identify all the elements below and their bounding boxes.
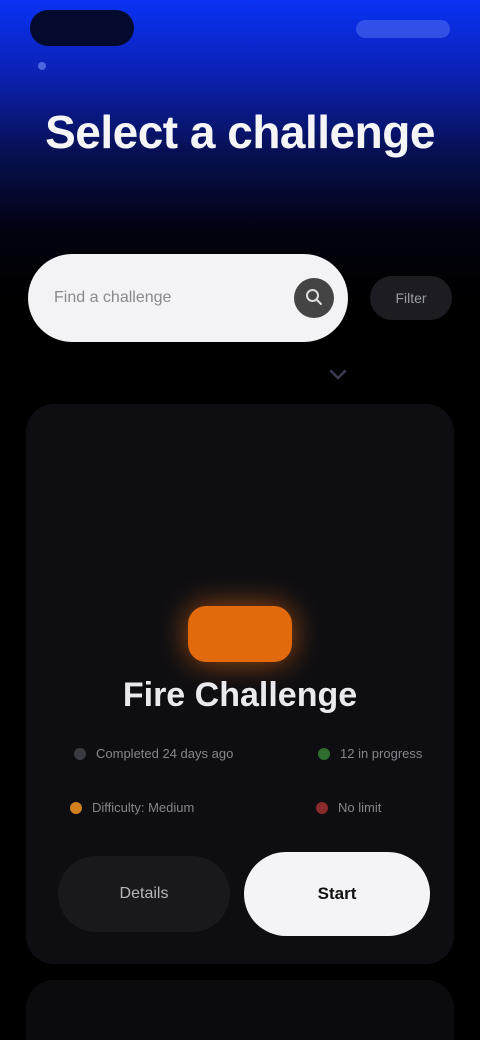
challenge-title: Fire Challenge bbox=[122, 676, 358, 714]
meta-dot bbox=[316, 801, 328, 814]
meta-item: Completed 24 days ago bbox=[74, 746, 233, 761]
app-screen: Select a challenge Filter Fire Challenge bbox=[0, 0, 480, 1040]
page-title: Select a challenge bbox=[45, 106, 435, 158]
search-row: Filter bbox=[28, 254, 452, 342]
meta-dot bbox=[318, 747, 330, 760]
search-icon bbox=[305, 288, 323, 309]
next-card[interactable] bbox=[26, 980, 454, 1040]
fire-icon bbox=[188, 606, 292, 662]
filter-button[interactable]: Filter bbox=[370, 276, 452, 320]
challenge-card[interactable]: Fire Challenge Completed 24 days ago 12 … bbox=[26, 404, 454, 964]
meta-item: No limit bbox=[316, 800, 381, 815]
start-button[interactable]: Start bbox=[244, 852, 430, 936]
meta-label: 12 in progress bbox=[340, 746, 423, 761]
meta-label: Difficulty: Medium bbox=[92, 800, 195, 815]
meta-dot bbox=[70, 801, 82, 814]
search-box[interactable] bbox=[28, 254, 348, 342]
status-dot bbox=[38, 62, 46, 70]
search-button[interactable] bbox=[294, 278, 334, 318]
meta-dot bbox=[74, 747, 86, 760]
meta-item: 12 in progress bbox=[318, 746, 422, 761]
meta-item: Difficulty: Medium bbox=[70, 800, 194, 815]
status-bar-indicators bbox=[356, 20, 450, 38]
meta-label: Completed 24 days ago bbox=[96, 746, 234, 761]
meta-label: No limit bbox=[338, 800, 382, 815]
search-input[interactable] bbox=[54, 284, 274, 312]
chevron-down-icon[interactable] bbox=[326, 364, 350, 386]
status-bar-pill bbox=[30, 10, 134, 46]
details-button[interactable]: Details bbox=[58, 856, 230, 932]
